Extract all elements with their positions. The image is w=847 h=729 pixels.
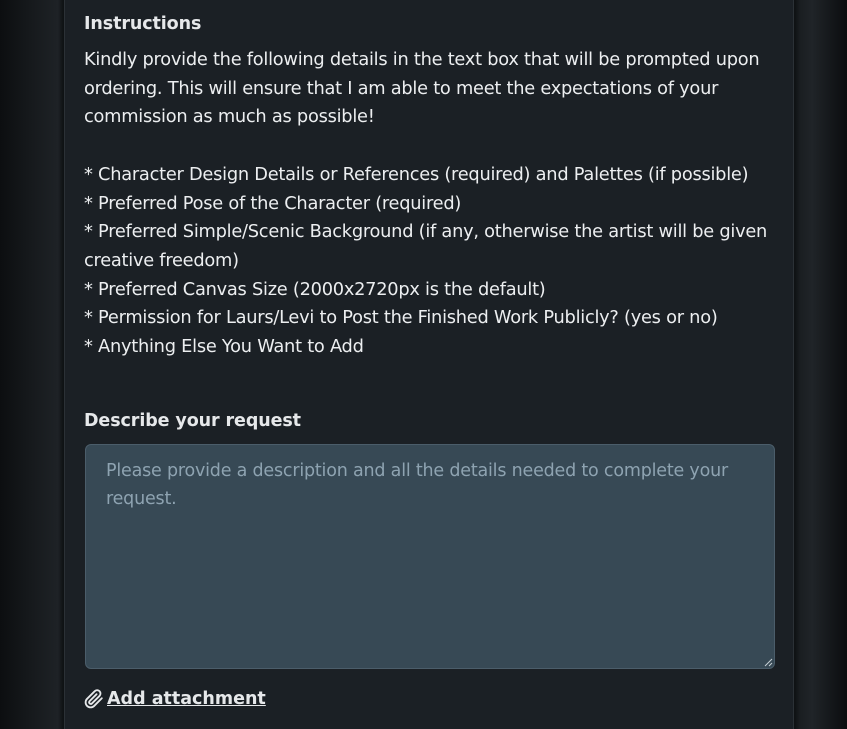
instructions-body: Kindly provide the following details in …	[84, 46, 784, 362]
resize-handle-icon[interactable]	[763, 657, 773, 667]
instruction-item: * Preferred Pose of the Character (requi…	[84, 192, 462, 214]
instructions-paragraph: Kindly provide the following details in …	[84, 49, 760, 128]
order-form-panel: Instructions Kindly provide the followin…	[64, 0, 794, 729]
add-attachment-label: Add attachment	[107, 689, 266, 709]
instruction-item: * Permission for Laurs/Levi to Post the …	[84, 307, 718, 329]
paperclip-icon	[84, 689, 103, 709]
add-attachment-link[interactable]: Add attachment	[84, 689, 266, 709]
instruction-item: * Anything Else You Want to Add	[84, 336, 364, 358]
request-label: Describe your request	[84, 411, 301, 431]
instructions-heading: Instructions	[84, 14, 202, 34]
instruction-item: * Preferred Simple/Scenic Background (if…	[84, 221, 768, 271]
instruction-item: * Preferred Canvas Size (2000x2720px is …	[84, 278, 546, 300]
instruction-item: * Character Design Details or References…	[84, 163, 749, 185]
request-description-field[interactable]	[85, 444, 775, 669]
